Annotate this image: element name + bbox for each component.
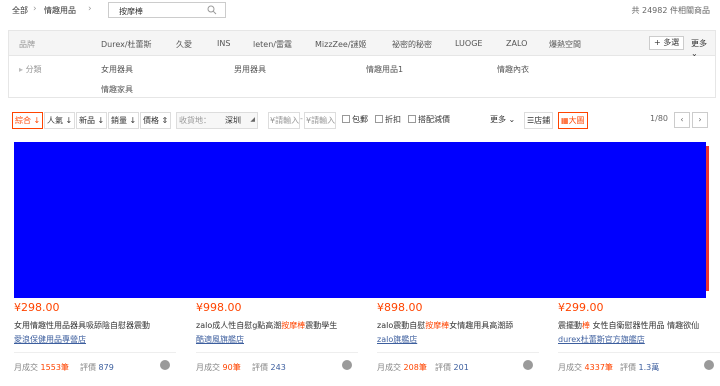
free-shipping-checkbox[interactable]: 包郵 — [342, 112, 368, 129]
sales-count: 月成交 4337筆 — [558, 363, 613, 372]
shop-link[interactable]: 酷適風旗艦店 — [196, 334, 244, 345]
product-card[interactable]: ¥998.00 zalo成人性自慰g點高潮按摩棒震動學生 酷適風旗艦店 月成交 … — [196, 298, 358, 378]
shop-link[interactable]: durex杜蕾斯官方旗艦店 — [558, 334, 645, 345]
ship-location-select[interactable]: 收貨地： 深圳 ◢ — [176, 112, 258, 129]
page-indicator: 1/80 — [650, 114, 668, 123]
brand-label: 品牌 — [19, 40, 35, 49]
product-price: ¥898.00 — [377, 301, 423, 314]
sort-new[interactable]: 新品 ↓ — [76, 112, 108, 129]
price-max-input[interactable]: ¥請輸入 — [304, 112, 336, 129]
search-query: 按摩棒 — [119, 7, 143, 16]
chevron-right-icon: › — [88, 4, 92, 14]
review-count: 評價 201 — [435, 363, 469, 372]
chat-icon[interactable] — [160, 360, 170, 370]
sort-price[interactable]: 價格 ⇕ — [140, 112, 172, 129]
product-stats: 月成交 4337筆 評價 1.3萬 — [558, 352, 720, 376]
brand-option[interactable]: INS — [217, 39, 230, 48]
checkbox-icon — [342, 115, 350, 123]
chevron-down-icon: ⌄ — [508, 115, 516, 124]
chevron-down-icon: ⌄ — [691, 49, 698, 58]
brand-option[interactable]: ZALO — [506, 39, 527, 48]
sort-toolbar: 綜合 ↓ 人氣 ↓ 新品 ↓ 銷量 ↓ 價格 ⇕ 收貨地： 深圳 ◢ ¥請輸入 … — [8, 112, 716, 130]
price-dash: - — [300, 114, 303, 123]
more-filters-button[interactable]: 更多 ⌄ — [490, 112, 515, 129]
category-option[interactable]: 情趣內衣 — [497, 64, 529, 75]
discount-checkbox[interactable]: 折扣 — [375, 112, 401, 129]
sales-count: 月成交 90筆 — [196, 363, 241, 372]
review-count: 評價 879 — [80, 363, 114, 372]
category-option[interactable]: 男用器具 — [234, 64, 266, 75]
brand-option[interactable]: 祕密的秘密 — [392, 39, 432, 50]
banner-edge — [706, 146, 709, 291]
more-brands-button[interactable]: 更多 ⌄ — [691, 38, 715, 58]
sort-popularity[interactable]: 人氣 ↓ — [44, 112, 76, 129]
product-price: ¥299.00 — [558, 301, 604, 314]
category-option[interactable]: 情趣家具 — [101, 84, 133, 95]
product-card[interactable]: ¥898.00 zalo震動自慰按摩棒女情趣用具高潮舔 zalo旗艦店 月成交 … — [377, 298, 539, 378]
category-option[interactable]: 情趣用品1 — [366, 64, 403, 75]
category-label: ▸ 分類 — [19, 65, 42, 74]
checkbox-icon — [375, 115, 383, 123]
multi-select-button[interactable]: + 多選 — [649, 36, 685, 50]
product-stats: 月成交 1553筆 評價 879 — [14, 352, 176, 376]
product-title[interactable]: zalo成人性自慰g點高潮按摩棒震動學生 — [196, 320, 356, 331]
arrow-down-icon: ↓ — [33, 116, 41, 125]
ship-value: 深圳 — [225, 116, 241, 125]
chevron-right-icon: › — [33, 4, 37, 14]
brand-option[interactable]: Durex/杜蕾斯 — [101, 39, 152, 50]
review-count: 評價 243 — [252, 363, 286, 372]
view-shop-button[interactable]: ☰店鋪 — [524, 112, 554, 129]
sort-toggle-icon: ⇕ — [161, 116, 169, 125]
product-price: ¥998.00 — [196, 301, 242, 314]
search-input[interactable]: 按摩棒 — [108, 2, 226, 18]
brand-option[interactable]: LUOGE — [455, 39, 482, 48]
filter-panel: 品牌 Durex/杜蕾斯 久愛 INS leten/雷霆 MizzZee/謎姬 … — [8, 30, 716, 98]
crumb-all[interactable]: 全部 — [12, 5, 28, 16]
product-title[interactable]: zalo震動自慰按摩棒女情趣用具高潮舔 — [377, 320, 537, 331]
bundle-price-checkbox[interactable]: 搭配減價 — [408, 112, 450, 129]
sales-count: 月成交 1553筆 — [14, 363, 69, 372]
product-stats: 月成交 208筆 評價 201 — [377, 352, 539, 376]
arrow-down-icon: ↓ — [97, 116, 105, 125]
product-title[interactable]: 震擺動棒 女性自衛慰器性用品 情趣欲仙 — [558, 320, 718, 331]
banner-image[interactable] — [14, 142, 706, 298]
brand-option[interactable]: 爆熱空間 — [549, 39, 581, 50]
chat-icon[interactable] — [523, 360, 533, 370]
search-icon[interactable] — [207, 5, 217, 15]
brand-option[interactable]: MizzZee/謎姬 — [315, 39, 367, 50]
sales-count: 月成交 208筆 — [377, 363, 427, 372]
category-option[interactable]: 女用器具 — [101, 64, 133, 75]
product-card[interactable]: ¥298.00 女用情趣性用品器具吸舔陰自慰器震動 愛浪保健用品專營店 月成交 … — [14, 298, 176, 378]
product-title[interactable]: 女用情趣性用品器具吸舔陰自慰器震動 — [14, 320, 174, 331]
breadcrumb: 全部 › 情趣用品 › 按摩棒 共 24982 件相關商品 — [0, 0, 720, 20]
corner-arrow-icon: ◢ — [250, 116, 255, 123]
sort-default[interactable]: 綜合 ↓ — [12, 112, 44, 129]
arrow-down-icon: ↓ — [129, 116, 137, 125]
brand-option[interactable]: 久愛 — [176, 39, 192, 50]
checkbox-icon — [408, 115, 416, 123]
brand-option[interactable]: leten/雷霆 — [253, 39, 292, 50]
ship-label: 收貨地： — [179, 116, 211, 125]
grid-icon: ▦ — [561, 116, 569, 125]
review-count: 評價 1.3萬 — [620, 363, 660, 372]
crumb-category[interactable]: 情趣用品 — [44, 5, 76, 16]
next-page-button[interactable]: › — [692, 112, 708, 128]
product-card[interactable]: ¥299.00 震擺動棒 女性自衛慰器性用品 情趣欲仙 durex杜蕾斯官方旗艦… — [558, 298, 720, 378]
product-stats: 月成交 90筆 評價 243 — [196, 352, 358, 376]
price-min-input[interactable]: ¥請輸入 — [268, 112, 300, 129]
chat-icon[interactable] — [704, 360, 714, 370]
view-grid-button[interactable]: ▦大圖 — [558, 112, 588, 129]
chat-icon[interactable] — [342, 360, 352, 370]
arrow-down-icon: ↓ — [65, 116, 73, 125]
product-price: ¥298.00 — [14, 301, 60, 314]
shop-link[interactable]: zalo旗艦店 — [377, 334, 417, 345]
prev-page-button[interactable]: ‹ — [674, 112, 690, 128]
result-count: 共 24982 件相關商品 — [631, 6, 710, 15]
sort-sales[interactable]: 銷量 ↓ — [108, 112, 140, 129]
brand-filter-row: 品牌 Durex/杜蕾斯 久愛 INS leten/雷霆 MizzZee/謎姬 … — [9, 31, 715, 58]
shop-link[interactable]: 愛浪保健用品專營店 — [14, 334, 86, 345]
caret-right-icon: ▸ — [19, 65, 24, 74]
